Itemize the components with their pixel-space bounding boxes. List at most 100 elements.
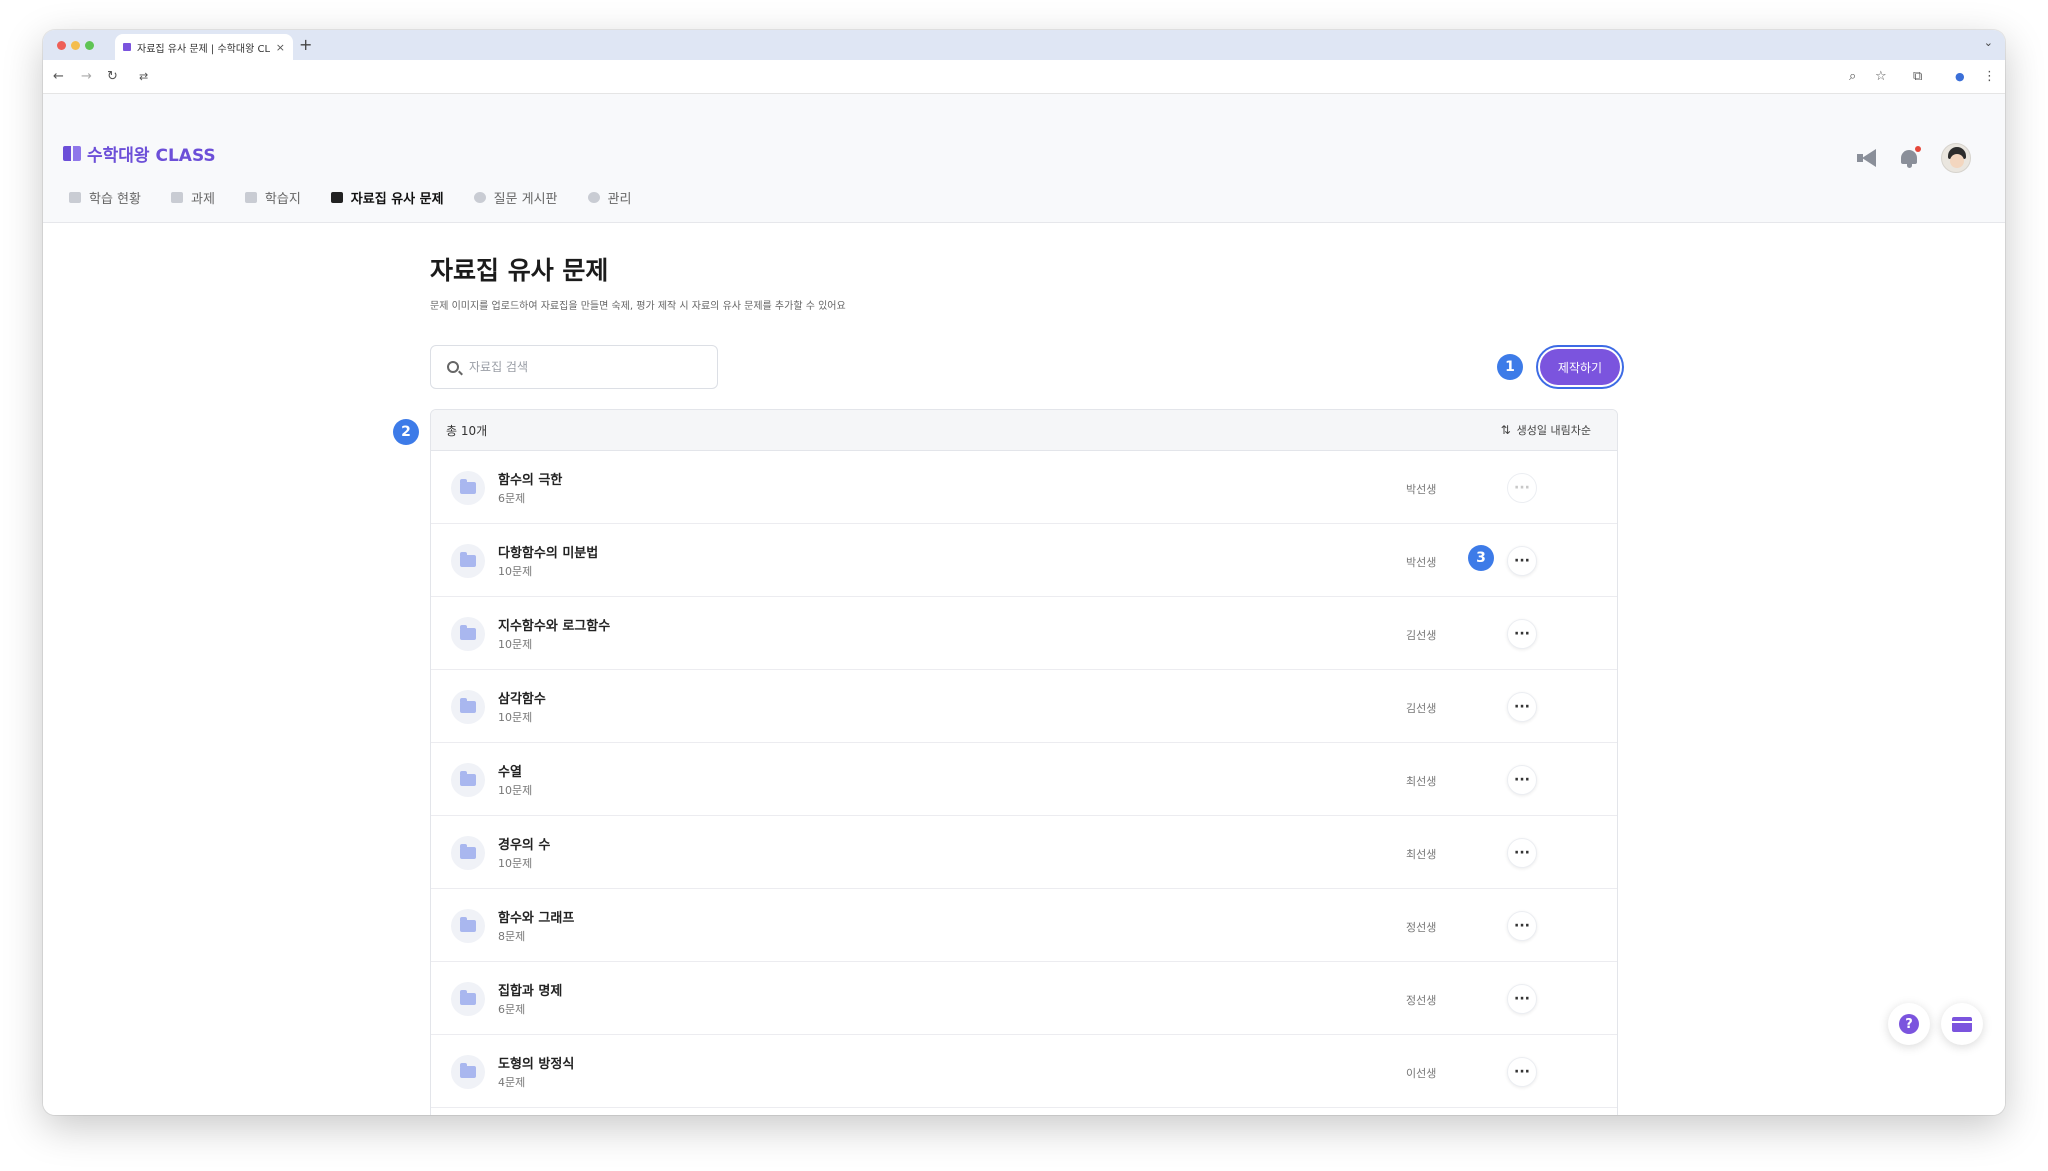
forward-icon[interactable]: → [81, 68, 92, 86]
browser-window: 자료집 유사 문제 | 수학대왕 CLASS × + ⌄ ← → ↻ ⇄ ⌕ ☆… [43, 30, 2005, 1115]
search-input[interactable] [469, 360, 699, 374]
app-header: 수학대왕 CLASS 학습 현황 과제 학습지 자료집 유사 문제 질문 게시판 [43, 94, 2005, 223]
page-title: 자료집 유사 문제 [430, 256, 609, 285]
more-options-button[interactable]: ··· [1507, 692, 1537, 722]
owner-name: 박선생 [1406, 483, 1437, 496]
main-content: 자료집 유사 문제 문제 이미지를 업로드하여 자료집을 만들면 숙제, 평가 … [43, 223, 2005, 1115]
sort-toggle[interactable]: ⇅ 생성일 내림차순 [1501, 422, 1591, 438]
owner-name: 박선생 [1406, 556, 1437, 569]
extensions-icon[interactable]: ⧉ [1913, 68, 1922, 86]
list-item[interactable]: 방정식과 부등식김선생··· [431, 1108, 1617, 1115]
list-item[interactable]: 도형의 방정식 4문제 이선생 ··· [431, 1035, 1617, 1108]
folder-icon [330, 192, 343, 203]
create-button[interactable]: 제작하기 [1540, 349, 1620, 385]
collection-title: 수열 [498, 765, 522, 780]
maximize-window-button[interactable] [85, 41, 94, 50]
list-item[interactable]: 다항함수의 미분법 10문제 박선생 ··· [431, 524, 1617, 597]
folder-icon-wrap [451, 909, 485, 943]
owner-name: 정선생 [1406, 921, 1437, 934]
search-icon [447, 361, 459, 373]
list-item[interactable]: 함수의 극한 6문제 박선생 ··· [431, 451, 1617, 524]
address-bar[interactable]: ⇄ [133, 65, 1883, 89]
list-item[interactable]: 삼각함수 10문제 김선생 ··· [431, 670, 1617, 743]
site-info-icon[interactable]: ⇄ [139, 68, 148, 86]
nav-item-learning-status[interactable]: 학습 현황 [69, 188, 141, 207]
folder-icon [460, 844, 476, 859]
bell-icon[interactable] [1899, 146, 1921, 168]
problem-count: 6문제 [498, 1003, 526, 1016]
help-icon: ? [1899, 1014, 1919, 1034]
more-options-button[interactable]: ··· [1507, 984, 1537, 1014]
browser-menu-icon[interactable]: ⋮ [1983, 68, 1996, 86]
nav-item-collections[interactable]: 자료집 유사 문제 [330, 188, 444, 207]
page-description: 문제 이미지를 업로드하여 자료집을 만들면 숙제, 평가 제작 시 자료의 유… [430, 301, 846, 312]
help-button[interactable]: ? [1888, 1003, 1930, 1045]
problem-count: 10문제 [498, 565, 533, 578]
list-item[interactable]: 집합과 명제 6문제 정선생 ··· [431, 962, 1617, 1035]
profile-icon[interactable]: ● [1955, 68, 1965, 86]
more-options-button[interactable]: ··· [1507, 765, 1537, 795]
nav-item-worksheets[interactable]: 학습지 [244, 188, 301, 207]
megaphone-icon[interactable] [1857, 149, 1877, 167]
folder-icon [460, 552, 476, 567]
list-item[interactable]: 지수함수와 로그함수 10문제 김선생 ··· [431, 597, 1617, 670]
nav-item-assignments[interactable]: 과제 [170, 188, 215, 207]
folder-icon-wrap [451, 690, 485, 724]
more-options-button[interactable]: ··· [1507, 1057, 1537, 1087]
new-tab-button[interactable]: + [299, 35, 312, 54]
list-header: 총 10개 ⇅ 생성일 내림차순 [431, 410, 1617, 451]
list-item[interactable]: 경우의 수 10문제 최선생 ··· [431, 816, 1617, 889]
favicon-icon [123, 43, 131, 51]
nav-label: 자료집 유사 문제 [350, 192, 444, 207]
collection-title: 도형의 방정식 [498, 1057, 575, 1072]
problem-count: 10문제 [498, 857, 533, 870]
create-button-highlight: 제작하기 [1536, 345, 1624, 389]
more-options-button[interactable]: ··· [1507, 546, 1537, 576]
browser-toolbar: ← → ↻ ⇄ ⌕ ☆ ⧉ ● ⋮ [43, 60, 2005, 94]
browser-tab[interactable]: 자료집 유사 문제 | 수학대왕 CLASS × [115, 34, 293, 60]
nav-label: 학습지 [264, 192, 301, 207]
cap-icon [69, 192, 81, 203]
nav-label: 학습 현황 [89, 192, 141, 207]
bookmark-star-icon[interactable]: ☆ [1875, 68, 1887, 86]
reload-icon[interactable]: ↻ [107, 68, 118, 86]
problem-count: 4문제 [498, 1076, 526, 1089]
logo[interactable]: 수학대왕 CLASS [63, 141, 216, 166]
list-item[interactable]: 함수와 그래프 8문제 정선생 ··· [431, 889, 1617, 962]
collection-title: 경우의 수 [498, 838, 551, 853]
message-button[interactable] [1941, 1003, 1983, 1045]
more-options-button[interactable]: ··· [1507, 838, 1537, 868]
folder-icon-wrap [451, 544, 485, 578]
nav-label: 관리 [607, 192, 632, 207]
nav-label: 질문 게시판 [493, 192, 558, 207]
owner-name: 김선생 [1406, 629, 1437, 642]
more-options-button[interactable]: ··· [1507, 911, 1537, 941]
search-box[interactable] [430, 345, 718, 389]
avatar[interactable] [1941, 143, 1971, 173]
folder-icon-wrap [451, 982, 485, 1016]
folder-icon-wrap [451, 836, 485, 870]
logo-text: 수학대왕 CLASS [87, 146, 216, 166]
gear-icon [587, 192, 600, 203]
tab-close-icon[interactable]: × [276, 41, 285, 54]
nav-label: 과제 [190, 192, 215, 207]
zoom-icon[interactable]: ⌕ [1849, 68, 1856, 86]
collection-title: 함수와 그래프 [498, 911, 575, 926]
nav-item-qna-board[interactable]: 질문 게시판 [473, 188, 558, 207]
collection-list: 총 10개 ⇅ 생성일 내림차순 함수의 극한 6문제 박선생 ··· 다항함수의 미분… [430, 409, 1618, 1115]
owner-name: 김선생 [1406, 702, 1437, 715]
tab-search-icon[interactable]: ⌄ [1984, 36, 1993, 49]
rows-container: 함수의 극한 6문제 박선생 ··· 다항함수의 미분법 10문제 박선생 ··· 지수함수와 … [431, 451, 1617, 1115]
back-icon[interactable]: ← [53, 68, 64, 86]
list-item[interactable]: 수열 10문제 최선생 ··· [431, 743, 1617, 816]
close-window-button[interactable] [57, 41, 66, 50]
total-count: 총 10개 [446, 423, 488, 438]
tab-strip: 자료집 유사 문제 | 수학대왕 CLASS × + ⌄ [43, 30, 2005, 60]
owner-name: 최선생 [1406, 775, 1437, 788]
more-options-button[interactable]: ··· [1507, 619, 1537, 649]
nav-item-admin[interactable]: 관리 [587, 188, 632, 207]
more-options-button[interactable]: ··· [1507, 473, 1537, 503]
minimize-window-button[interactable] [71, 41, 80, 50]
folder-icon [460, 625, 476, 640]
header-actions [1857, 143, 1971, 173]
